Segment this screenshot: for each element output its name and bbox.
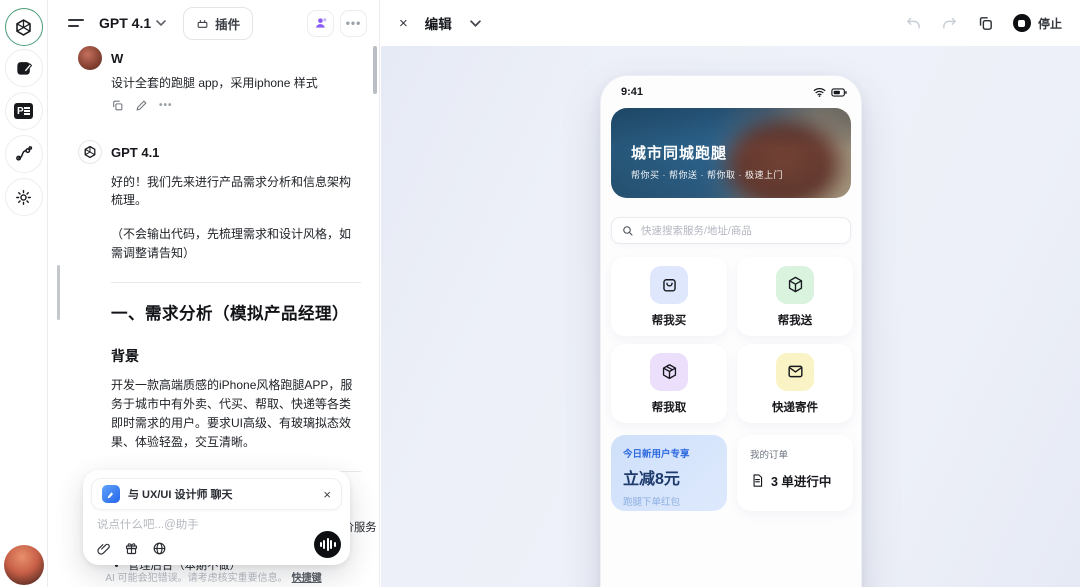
redo-icon[interactable] <box>941 15 958 32</box>
chat-panel: GPT 4.1 插件 ••• W 设计全套的跑腿 app，采用iphone 样式… <box>48 0 380 587</box>
user-message-name: W <box>111 50 124 66</box>
slides-app-icon: P <box>14 103 33 119</box>
stop-label: 停止 <box>1037 16 1062 31</box>
promo-tag: 今日新用户专享 <box>623 449 690 460</box>
widget-title: 与 UX/UI 设计师 聊天 <box>128 489 233 501</box>
orders-label: 我的订单 <box>750 450 789 461</box>
widget-header: 与 UX/UI 设计师 聊天 × <box>91 478 342 510</box>
service-buy[interactable]: 帮我买 <box>611 257 727 336</box>
disclaimer-text: AI 可能会犯错误。请考虑核实重要信息。 <box>105 573 288 584</box>
copy-icon[interactable] <box>111 99 124 112</box>
design-canvas[interactable]: 9:41 城市同城跑腿 帮你买 · 帮你送 · 帮你取 · 极速上门 快速搜索服… <box>381 46 1080 587</box>
notes-app-icon <box>16 62 32 75</box>
edit-menu[interactable]: 编辑 <box>425 13 452 33</box>
search-icon <box>623 225 633 236</box>
copy-icon[interactable] <box>977 15 994 32</box>
app-rail: P <box>0 0 48 587</box>
assistant-chat-widget: 与 UX/UI 设计师 聊天 × <box>83 470 350 565</box>
phone-status-bar: 9:41 <box>621 85 847 99</box>
assistant-name: GPT 4.1 <box>111 144 160 160</box>
service-courier[interactable]: 快递寄件 <box>737 344 853 423</box>
persona-button[interactable] <box>307 9 334 37</box>
stop-button[interactable]: 停止 <box>1012 14 1062 32</box>
collapse-sidebar-icon[interactable] <box>68 19 84 27</box>
hero-banner[interactable]: 城市同城跑腿 帮你买 · 帮你送 · 帮你取 · 极速上门 <box>611 108 851 198</box>
orders-card[interactable]: 我的订单 3 单进行中 <box>737 435 853 511</box>
more-options-button[interactable]: ••• <box>340 9 367 37</box>
editor-toolbar: × 编辑 停止 <box>381 0 1080 46</box>
service-label: 帮我送 <box>777 314 813 327</box>
designer-app-icon <box>102 485 120 503</box>
open-box-icon <box>650 352 688 391</box>
document-icon <box>753 474 763 487</box>
battery-icon <box>831 87 847 97</box>
divider <box>111 282 361 283</box>
attachment-icon[interactable] <box>97 542 111 556</box>
close-icon[interactable]: × <box>399 15 408 32</box>
plugins-label: 插件 <box>215 17 241 32</box>
chevron-down-icon[interactable] <box>156 20 166 26</box>
hero-subtitle: 帮你买 · 帮你送 · 帮你取 · 极速上门 <box>631 170 783 180</box>
sidebar-item-flow[interactable] <box>4 135 43 173</box>
plugin-icon <box>197 19 208 28</box>
service-label: 快递寄件 <box>772 401 818 414</box>
chat-input[interactable] <box>97 519 327 531</box>
stop-icon <box>1012 14 1031 32</box>
ellipsis-icon: ••• <box>345 16 362 30</box>
flow-app-icon <box>15 146 32 161</box>
model-selector[interactable]: GPT 4.1 <box>99 15 151 31</box>
shortcuts-link[interactable]: 快捷键 <box>292 573 322 584</box>
settings-gear-icon <box>16 189 31 205</box>
subsection-title: 背景 <box>111 348 139 364</box>
section-title: 一、需求分析（模拟产品经理） <box>111 305 349 323</box>
globe-icon[interactable] <box>152 541 167 556</box>
shopping-bag-icon <box>650 265 688 304</box>
user-avatar[interactable] <box>4 545 44 585</box>
assistant-paragraph: 开发一款高端质感的iPhone风格跑腿APP，服务于城市中有外卖、代买、帮取、快… <box>111 378 353 449</box>
message-more-icon[interactable]: ••• <box>159 100 173 111</box>
search-placeholder: 快速搜索服务/地址/商品 <box>641 225 752 237</box>
cube-icon <box>776 265 814 304</box>
wifi-icon <box>813 88 826 97</box>
promo-card[interactable]: 今日新用户专享 立减8元 跑腿下单红包 <box>611 435 727 511</box>
panel-resize-handle[interactable] <box>57 265 60 320</box>
chatgpt-logo[interactable] <box>4 8 43 46</box>
search-input[interactable]: 快速搜索服务/地址/商品 <box>611 217 851 244</box>
sidebar-item-slides[interactable]: P <box>4 92 43 130</box>
voice-input-button[interactable] <box>314 531 341 558</box>
disclaimer: AI 可能会犯错误。请考虑核实重要信息。 快捷键 <box>48 569 379 584</box>
widget-toolbar <box>97 541 167 556</box>
chevron-down-icon[interactable] <box>469 19 481 27</box>
plugins-button[interactable]: 插件 <box>183 6 254 40</box>
service-pickup[interactable]: 帮我取 <box>611 344 727 423</box>
hero-title: 城市同城跑腿 <box>631 145 728 162</box>
assistant-paragraph: （不会输出代码，先梳理需求和设计风格，如需调整请告知） <box>111 227 352 260</box>
edit-pen-icon[interactable] <box>135 99 148 112</box>
service-label: 帮我取 <box>651 401 687 414</box>
assistant-avatar <box>78 140 102 164</box>
envelope-icon <box>776 352 814 391</box>
gift-icon[interactable] <box>124 541 139 556</box>
sidebar-item-canvas[interactable] <box>4 49 43 87</box>
service-label: 帮我买 <box>651 314 687 327</box>
user-message-text: 设计全套的跑腿 app，采用iphone 样式 <box>111 76 318 90</box>
promo-amount: 立减8元 <box>623 471 680 488</box>
chat-scrollbar[interactable] <box>373 46 377 94</box>
chat-header: GPT 4.1 插件 ••• <box>48 0 379 46</box>
promo-note: 跑腿下单红包 <box>623 497 681 508</box>
service-send[interactable]: 帮我送 <box>737 257 853 336</box>
orders-status: 3 单进行中 <box>771 475 832 489</box>
openai-knot-icon <box>84 145 96 159</box>
undo-icon[interactable] <box>905 15 922 32</box>
person-icon <box>315 18 326 28</box>
close-icon[interactable]: × <box>323 488 331 501</box>
status-time: 9:41 <box>621 86 644 98</box>
user-message: W 设计全套的跑腿 app，采用iphone 样式 ••• <box>78 46 358 112</box>
iphone-mockup: 9:41 城市同城跑腿 帮你买 · 帮你送 · 帮你取 · 极速上门 快速搜索服… <box>600 75 862 587</box>
user-message-avatar <box>78 46 102 70</box>
openai-knot-icon <box>16 18 31 36</box>
assistant-paragraph: 好的！我们先来进行产品需求分析和信息架构梳理。 <box>111 175 352 207</box>
sidebar-item-settings[interactable] <box>4 178 43 216</box>
